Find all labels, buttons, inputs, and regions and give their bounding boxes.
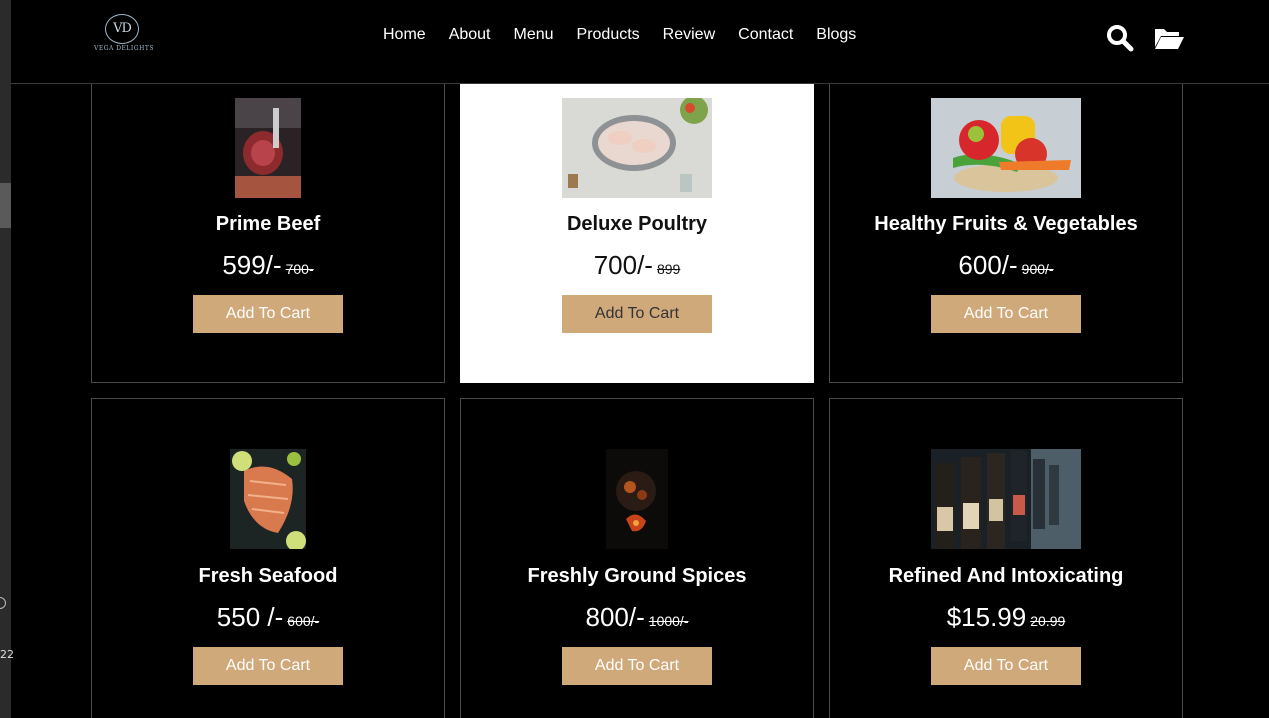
add-to-cart-button[interactable]: Add To Cart <box>193 295 343 333</box>
add-to-cart-button[interactable]: Add To Cart <box>193 647 343 685</box>
current-price: 600/- <box>958 250 1018 280</box>
nav-home[interactable]: Home <box>383 26 426 44</box>
product-title: Prime Beef <box>215 213 321 235</box>
current-price: 599/- <box>222 250 282 280</box>
product-price: 600/- 900/- <box>830 250 1182 281</box>
poultry-image <box>562 98 712 198</box>
product-card-vegetables: Healthy Fruits & Vegetables 600/- 900/- A… <box>829 60 1183 383</box>
nav-blogs[interactable]: Blogs <box>816 26 856 44</box>
wine-image <box>931 449 1081 549</box>
vegetables-image <box>931 98 1081 198</box>
product-price: 550 /- 600/- <box>92 602 444 633</box>
product-title: Fresh Seafood <box>198 565 338 587</box>
nav-about[interactable]: About <box>449 26 491 44</box>
add-to-cart-button[interactable]: Add To Cart <box>562 295 712 333</box>
search-icon[interactable] <box>1106 24 1134 52</box>
nav-products[interactable]: Products <box>577 26 640 44</box>
current-price: 800/- <box>585 602 645 632</box>
main-nav: Home About Menu Products Review Contact … <box>383 26 879 44</box>
product-card-spices: Freshly Ground Spices 800/- 1000/- Add To… <box>460 398 814 718</box>
old-price: 700- <box>285 261 314 277</box>
seafood-image <box>230 449 306 549</box>
product-price: 800/- 1000/- <box>461 602 813 633</box>
nav-review[interactable]: Review <box>663 26 715 44</box>
scrollbar-thumb[interactable] <box>0 183 11 228</box>
product-title: Refined And Intoxicating <box>888 565 1124 587</box>
logo-monogram: VD <box>105 14 139 44</box>
site-header: VD VEGA DELIGHTS Home About Menu Product… <box>11 0 1269 84</box>
spices-image <box>606 449 668 549</box>
product-title: Healthy Fruits & Vegetables <box>874 213 1138 235</box>
product-card-beef: Prime Beef 599/- 700- Add To Cart <box>91 60 445 383</box>
add-to-cart-button[interactable]: Add To Cart <box>562 647 712 685</box>
current-price: 700/- <box>593 250 653 280</box>
product-title: Freshly Ground Spices <box>527 565 747 587</box>
product-price: $15.99 20.99 <box>830 602 1182 633</box>
old-price: 900/- <box>1021 261 1054 277</box>
nav-menu[interactable]: Menu <box>514 26 554 44</box>
old-price: 20.99 <box>1030 613 1066 629</box>
folder-open-icon[interactable] <box>1153 25 1185 51</box>
logo-name: VEGA DELIGHTS <box>94 45 154 52</box>
edge-label: 22 <box>0 648 14 661</box>
current-price: $15.99 <box>946 602 1027 632</box>
old-price: 1000/- <box>648 613 689 629</box>
logo[interactable]: VD VEGA DELIGHTS <box>94 14 154 58</box>
old-price: 600/- <box>287 613 320 629</box>
product-card-seafood: Fresh Seafood 550 /- 600/- Add To Cart <box>91 398 445 718</box>
old-price: 899 <box>656 261 681 277</box>
current-price: 550 /- <box>216 602 284 632</box>
add-to-cart-button[interactable]: Add To Cart <box>931 295 1081 333</box>
product-price: 700/- 899 <box>461 250 813 281</box>
nav-contact[interactable]: Contact <box>738 26 793 44</box>
product-price: 599/- 700- <box>92 250 444 281</box>
beef-image <box>235 98 301 198</box>
window-edge <box>0 0 11 718</box>
product-card-wine: Refined And Intoxicating $15.99 20.99 Add… <box>829 398 1183 718</box>
add-to-cart-button[interactable]: Add To Cart <box>931 647 1081 685</box>
product-title: Deluxe Poultry <box>566 213 708 235</box>
product-card-poultry: Deluxe Poultry 700/- 899 Add To Cart <box>460 60 814 383</box>
